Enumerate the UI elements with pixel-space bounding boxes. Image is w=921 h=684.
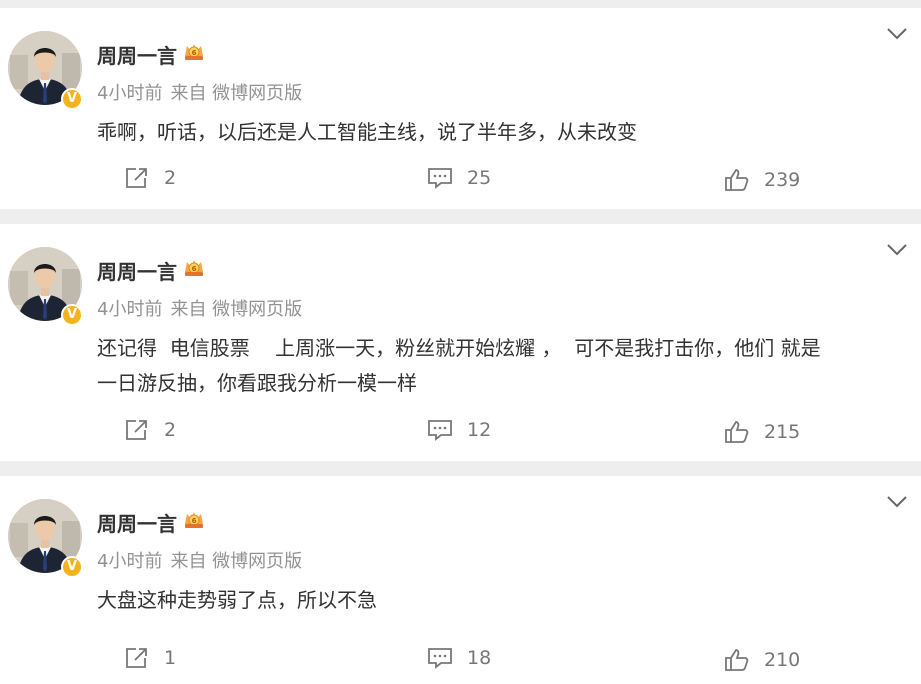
like-button[interactable]: 215 bbox=[724, 420, 800, 444]
repost-icon bbox=[126, 648, 147, 668]
post-text: 乖啊，听话，以后还是人工智能主线，说了半年多，从未改变 bbox=[97, 120, 637, 144]
repost-count: 2 bbox=[164, 419, 177, 441]
crown-icon: 6 bbox=[183, 509, 205, 536]
comment-icon bbox=[428, 168, 452, 189]
like-button[interactable]: 210 bbox=[724, 648, 800, 672]
post-source: 来自 微博网页版 bbox=[170, 551, 303, 572]
svg-text:6: 6 bbox=[192, 517, 197, 525]
author-name-text[interactable]: 周周一言 bbox=[97, 40, 177, 69]
author-name[interactable]: 周周一言 6 bbox=[97, 508, 205, 537]
svg-text:6: 6 bbox=[192, 49, 197, 57]
author-name[interactable]: 周周一言 6 bbox=[97, 256, 205, 285]
post-meta: 4小时前 来自 微博网页版 bbox=[97, 547, 302, 573]
like-button[interactable]: 239 bbox=[724, 168, 800, 192]
chevron-down-icon[interactable] bbox=[886, 494, 908, 513]
post-time[interactable]: 4小时前 bbox=[97, 299, 162, 320]
repost-count: 2 bbox=[164, 167, 177, 189]
author-name-text[interactable]: 周周一言 bbox=[97, 256, 177, 285]
post-meta: 4小时前 来自 微博网页版 bbox=[97, 79, 302, 105]
post-card: V 周周一言 6 4小时前 来自 微博网页版 大盘这种走势弱了点，所以不急 1 1… bbox=[0, 476, 921, 684]
thumbs-up-icon bbox=[725, 169, 749, 191]
post-source: 来自 微博网页版 bbox=[170, 299, 303, 320]
comment-count: 12 bbox=[467, 419, 492, 441]
thumbs-up-icon bbox=[725, 649, 749, 671]
svg-text:6: 6 bbox=[192, 265, 197, 273]
comment-icon bbox=[428, 648, 452, 669]
verified-badge: V bbox=[61, 88, 83, 110]
like-count: 239 bbox=[764, 169, 801, 191]
comment-button[interactable]: 12 bbox=[427, 418, 491, 442]
repost-button[interactable]: 2 bbox=[124, 418, 176, 442]
repost-button[interactable]: 2 bbox=[124, 166, 176, 190]
chevron-down-icon[interactable] bbox=[886, 242, 908, 261]
post-meta: 4小时前 来自 微博网页版 bbox=[97, 295, 302, 321]
verified-badge: V bbox=[61, 556, 83, 578]
comment-count: 25 bbox=[467, 167, 492, 189]
comment-icon bbox=[428, 420, 452, 441]
repost-icon bbox=[126, 168, 147, 188]
like-count: 210 bbox=[764, 649, 801, 671]
chevron-down-icon[interactable] bbox=[886, 26, 908, 45]
repost-icon bbox=[126, 420, 147, 440]
post-card: V 周周一言 6 4小时前 来自 微博网页版 乖啊，听话，以后还是人工智能主线，说… bbox=[0, 8, 921, 209]
like-count: 215 bbox=[764, 421, 801, 443]
post-source: 来自 微博网页版 bbox=[170, 83, 303, 104]
repost-count: 1 bbox=[164, 647, 177, 669]
comment-button[interactable]: 25 bbox=[427, 166, 491, 190]
comment-count: 18 bbox=[467, 647, 492, 669]
comment-button[interactable]: 18 bbox=[427, 646, 491, 670]
post-text: 还记得 电信股票 上周涨一天，粉丝就开始炫耀 ， 可不是我打击你，他们 就是 一… bbox=[97, 336, 821, 395]
thumbs-up-icon bbox=[725, 421, 749, 443]
post-text: 大盘这种走势弱了点，所以不急 bbox=[97, 588, 377, 612]
crown-icon: 6 bbox=[183, 257, 205, 284]
post-card: V 周周一言 6 4小时前 来自 微博网页版 还记得 电信股票 上周涨一天，粉丝就… bbox=[0, 224, 921, 461]
author-name[interactable]: 周周一言 6 bbox=[97, 40, 205, 69]
verified-badge: V bbox=[61, 304, 83, 326]
post-time[interactable]: 4小时前 bbox=[97, 83, 162, 104]
post-time[interactable]: 4小时前 bbox=[97, 551, 162, 572]
crown-icon: 6 bbox=[183, 41, 205, 68]
repost-button[interactable]: 1 bbox=[124, 646, 176, 670]
author-name-text[interactable]: 周周一言 bbox=[97, 508, 177, 537]
